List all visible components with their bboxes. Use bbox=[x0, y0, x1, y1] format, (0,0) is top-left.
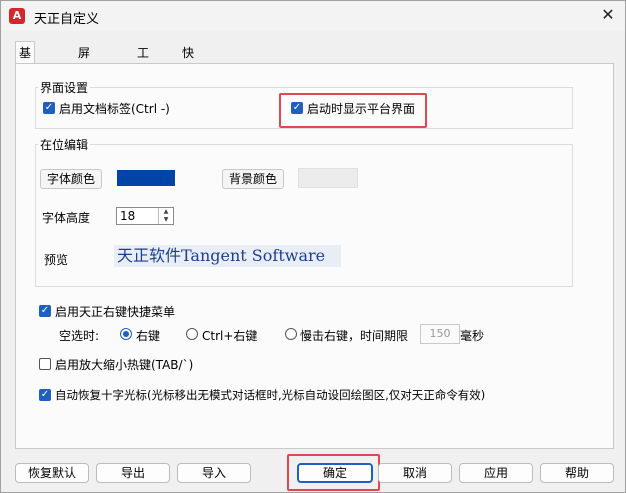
ctrl-right-click-option-label: Ctrl+右键 bbox=[202, 329, 258, 343]
dialog-window: A 天正自定义 ✕ 基本设置 屏幕菜单 工具条 快捷键 界面设置 ✓ 启用文档标… bbox=[0, 0, 626, 493]
doc-tabs-checkbox[interactable]: ✓ bbox=[43, 102, 55, 114]
inplace-edit-title: 在位编辑 bbox=[38, 136, 91, 153]
show-platform-label: 启动时显示平台界面 bbox=[307, 102, 416, 116]
zoom-hotkey-checkbox[interactable] bbox=[39, 358, 51, 370]
tab-screen-menu[interactable]: 屏幕菜单 bbox=[75, 43, 93, 120]
bg-color-swatch[interactable] bbox=[298, 168, 358, 188]
close-icon[interactable]: ✕ bbox=[597, 4, 619, 26]
tab-shortcuts[interactable]: 快捷键 bbox=[179, 43, 197, 100]
doc-tabs-label: 启用文档标签(Ctrl -) bbox=[59, 102, 170, 116]
preview-label: 预览 bbox=[44, 253, 69, 267]
cancel-button[interactable]: 取消 bbox=[378, 463, 452, 483]
time-limit-input[interactable]: 150 bbox=[420, 324, 460, 344]
show-platform-checkbox[interactable]: ✓ bbox=[291, 102, 303, 114]
title-bar: A 天正自定义 ✕ bbox=[1, 1, 625, 31]
bg-color-button[interactable]: 背景颜色 bbox=[222, 169, 284, 189]
export-button[interactable]: 导出 bbox=[96, 463, 170, 483]
auto-cursor-label: 自动恢复十字光标(光标移出无模式对话框时,光标自动设回绘图区,仅对天正命令有效) bbox=[55, 388, 486, 402]
interface-settings-title: 界面设置 bbox=[38, 79, 91, 96]
zoom-hotkey-label: 启用放大缩小热键(TAB/`) bbox=[55, 358, 194, 372]
font-color-swatch[interactable] bbox=[117, 170, 175, 186]
right-click-menu-label: 启用天正右键快捷菜单 bbox=[55, 305, 176, 319]
font-height-label: 字体高度 bbox=[42, 211, 91, 225]
time-unit-label: 毫秒 bbox=[460, 329, 485, 343]
ctrl-right-click-radio[interactable] bbox=[186, 328, 198, 340]
stepper-arrows[interactable]: ▲ ▼ bbox=[158, 208, 173, 224]
ok-button[interactable]: 确定 bbox=[297, 463, 373, 483]
settings-panel: 界面设置 ✓ 启用文档标签(Ctrl -) ✓ 启动时显示平台界面 在位编辑 字… bbox=[15, 63, 614, 449]
app-logo-icon: A bbox=[9, 8, 25, 24]
window-title: 天正自定义 bbox=[34, 12, 100, 27]
preview-text: 天正软件Tangent Software bbox=[114, 245, 341, 267]
font-height-value[interactable]: 18 bbox=[120, 209, 135, 223]
chevron-up-icon[interactable]: ▲ bbox=[159, 208, 173, 216]
help-button[interactable]: 帮助 bbox=[540, 463, 614, 483]
tab-basic-settings[interactable]: 基本设置 bbox=[15, 41, 36, 129]
empty-select-label: 空选时: bbox=[59, 329, 100, 343]
apply-button[interactable]: 应用 bbox=[459, 463, 533, 483]
restore-default-button[interactable]: 恢复默认 bbox=[15, 463, 89, 483]
slow-right-click-radio[interactable] bbox=[285, 328, 297, 340]
right-click-menu-checkbox[interactable]: ✓ bbox=[39, 305, 51, 317]
tab-toolbar[interactable]: 工具条 bbox=[134, 43, 152, 100]
right-click-radio[interactable] bbox=[120, 328, 132, 340]
right-click-option-label: 右键 bbox=[136, 329, 161, 343]
font-height-stepper[interactable]: 18 ▲ ▼ bbox=[116, 207, 174, 225]
chevron-down-icon[interactable]: ▼ bbox=[159, 216, 173, 224]
slow-right-click-option-label: 慢击右键，时间期限 bbox=[300, 329, 409, 343]
font-color-button[interactable]: 字体颜色 bbox=[40, 169, 102, 189]
auto-cursor-checkbox[interactable]: ✓ bbox=[39, 389, 51, 401]
import-button[interactable]: 导入 bbox=[177, 463, 251, 483]
